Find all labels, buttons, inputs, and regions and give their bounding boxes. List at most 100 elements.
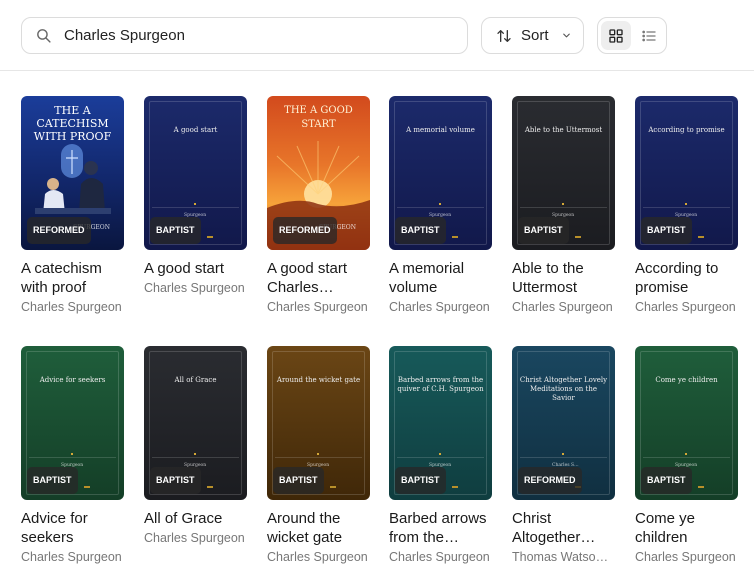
book-card[interactable]: Come ye children Spurgeon BAPTIST Come ye c… bbox=[635, 346, 739, 564]
book-author: Charles Spurgeon bbox=[267, 300, 368, 314]
book-card[interactable]: Barbed arrows from the quiver of C.H. Sp… bbox=[389, 346, 493, 564]
book-title[interactable]: A good start bbox=[144, 259, 248, 278]
book-card[interactable]: THE A GOOD START SPURGEON REFORMED A good s… bbox=[267, 96, 371, 314]
book-cover[interactable]: Advice for seekers Spurgeon BAPTIST bbox=[21, 346, 124, 500]
cover-title: A memorial volume bbox=[406, 126, 475, 134]
book-author: Charles Spurgeon bbox=[635, 300, 736, 314]
book-title[interactable]: Barbed arrows from the… bbox=[389, 509, 493, 547]
tradition-badge: REFORMED bbox=[518, 467, 582, 494]
cover-ornament bbox=[562, 203, 564, 205]
cover-ornament bbox=[330, 486, 336, 488]
cover-ornament bbox=[275, 457, 362, 458]
book-title[interactable]: All of Grace bbox=[144, 509, 248, 528]
cover-ornament bbox=[194, 203, 196, 205]
book-card[interactable]: According to promise Spurgeon BAPTIST Accor… bbox=[635, 96, 739, 314]
tradition-badge: BAPTIST bbox=[518, 217, 569, 244]
book-cover[interactable]: Around the wicket gate Spurgeon BAPTIST bbox=[267, 346, 370, 500]
list-view-button[interactable] bbox=[634, 21, 664, 50]
book-author: Charles Spurgeon bbox=[267, 550, 368, 564]
chevron-down-icon bbox=[562, 33, 570, 38]
cover-title: Advice for seekers bbox=[39, 376, 106, 384]
search-icon bbox=[37, 29, 51, 43]
book-author: Charles Spurgeon bbox=[144, 531, 245, 545]
tradition-badge: BAPTIST bbox=[395, 217, 446, 244]
book-card[interactable]: THE A CATECHISM WITH PROOF SPURGEON REFORM… bbox=[21, 96, 125, 314]
book-cover[interactable]: All of Grace Spurgeon BAPTIST bbox=[144, 346, 247, 500]
book-title[interactable]: A memorial volume bbox=[389, 259, 493, 297]
grid-view-button[interactable] bbox=[601, 21, 631, 50]
cover-ornament bbox=[452, 236, 458, 238]
cover-ornament bbox=[29, 457, 116, 458]
cover-ornament bbox=[152, 457, 239, 458]
book-cover[interactable]: THE A CATECHISM WITH PROOF SPURGEON REFORM… bbox=[21, 96, 124, 250]
tradition-badge: BAPTIST bbox=[395, 467, 446, 494]
book-title[interactable]: Christ Altogether… bbox=[512, 509, 616, 547]
book-title[interactable]: Advice for seekers bbox=[21, 509, 125, 547]
book-author: Charles Spurgeon bbox=[635, 550, 736, 564]
toolbar: Sort bbox=[0, 0, 754, 71]
search-box[interactable] bbox=[21, 17, 468, 54]
book-cover[interactable]: Come ye children Spurgeon BAPTIST bbox=[635, 346, 738, 500]
book-author: Charles Spurgeon bbox=[389, 300, 490, 314]
book-card[interactable]: A good start Spurgeon BAPTIST A good start C… bbox=[144, 96, 248, 295]
cover-title: A good start bbox=[173, 126, 218, 134]
book-author: Charles Spurgeon bbox=[512, 300, 613, 314]
cover-ornament bbox=[152, 207, 239, 208]
book-author: Charles Spurgeon bbox=[21, 300, 122, 314]
book-card[interactable]: Able to the Uttermost Spurgeon BAPTIST Able… bbox=[512, 96, 616, 314]
tradition-badge: REFORMED bbox=[27, 217, 91, 244]
cover-ornament bbox=[698, 236, 704, 238]
grid-icon bbox=[609, 28, 623, 43]
cover-ornament bbox=[698, 486, 704, 488]
book-cover[interactable]: A good start Spurgeon BAPTIST bbox=[144, 96, 247, 250]
search-input[interactable] bbox=[62, 26, 436, 45]
sort-label: Sort bbox=[521, 27, 549, 44]
cover-ornament bbox=[643, 457, 730, 458]
cover-ornament bbox=[685, 453, 687, 455]
book-card[interactable]: Advice for seekers Spurgeon BAPTIST Advice … bbox=[21, 346, 125, 564]
cover-ornament bbox=[207, 486, 213, 488]
book-title[interactable]: Around the wicket gate bbox=[267, 509, 371, 547]
cover-ornament bbox=[84, 486, 90, 488]
cover-ornament bbox=[207, 236, 213, 238]
book-card[interactable]: Christ Altogether Lovely Meditations on … bbox=[512, 346, 616, 564]
cover-title: Christ Altogether Lovely Meditations on … bbox=[519, 376, 608, 402]
book-title[interactable]: Come ye children bbox=[635, 509, 739, 547]
cover-ornament bbox=[643, 207, 730, 208]
cover-title: According to promise bbox=[648, 126, 725, 134]
book-cover[interactable]: THE A GOOD START SPURGEON REFORMED bbox=[267, 96, 370, 250]
list-icon bbox=[642, 30, 656, 41]
book-cover[interactable]: Able to the Uttermost Spurgeon BAPTIST bbox=[512, 96, 615, 250]
cover-ornament bbox=[685, 203, 687, 205]
book-cover[interactable]: Christ Altogether Lovely Meditations on … bbox=[512, 346, 615, 500]
cover-ornament bbox=[520, 207, 607, 208]
book-cover[interactable]: A memorial volume Spurgeon BAPTIST bbox=[389, 96, 492, 250]
book-author: Charles Spurgeon bbox=[144, 281, 245, 295]
book-title[interactable]: Able to the Uttermost bbox=[512, 259, 616, 297]
cover-ornament bbox=[452, 486, 458, 488]
cover-ornament bbox=[194, 453, 196, 455]
cover-ornament bbox=[562, 453, 564, 455]
sort-button[interactable]: Sort bbox=[481, 17, 584, 54]
cover-ornament bbox=[71, 453, 73, 455]
sort-icon bbox=[497, 29, 511, 42]
tradition-badge: BAPTIST bbox=[150, 217, 201, 244]
cover-ornament bbox=[575, 236, 581, 238]
book-title[interactable]: According to promise bbox=[635, 259, 739, 297]
tradition-badge: BAPTIST bbox=[641, 217, 692, 244]
cover-title: All of Grace bbox=[174, 376, 217, 384]
book-title[interactable]: A catechism with proof bbox=[21, 259, 125, 297]
book-title[interactable]: A good start Charles… bbox=[267, 259, 371, 297]
book-card[interactable]: Around the wicket gate Spurgeon BAPTIST Aro… bbox=[267, 346, 371, 564]
cover-ornament bbox=[317, 453, 319, 455]
book-cover[interactable]: According to promise Spurgeon BAPTIST bbox=[635, 96, 738, 250]
tradition-badge: BAPTIST bbox=[273, 467, 324, 494]
book-card[interactable]: A memorial volume Spurgeon BAPTIST A memori… bbox=[389, 96, 493, 314]
book-author: Charles Spurgeon bbox=[389, 550, 490, 564]
cover-ornament bbox=[439, 453, 441, 455]
book-cover[interactable]: Barbed arrows from the quiver of C.H. Sp… bbox=[389, 346, 492, 500]
cover-title: Able to the Uttermost bbox=[524, 126, 603, 134]
cover-title: Around the wicket gate bbox=[276, 376, 361, 384]
book-card[interactable]: All of Grace Spurgeon BAPTIST All of Grace C… bbox=[144, 346, 248, 545]
cover-title: Come ye children bbox=[655, 376, 718, 384]
